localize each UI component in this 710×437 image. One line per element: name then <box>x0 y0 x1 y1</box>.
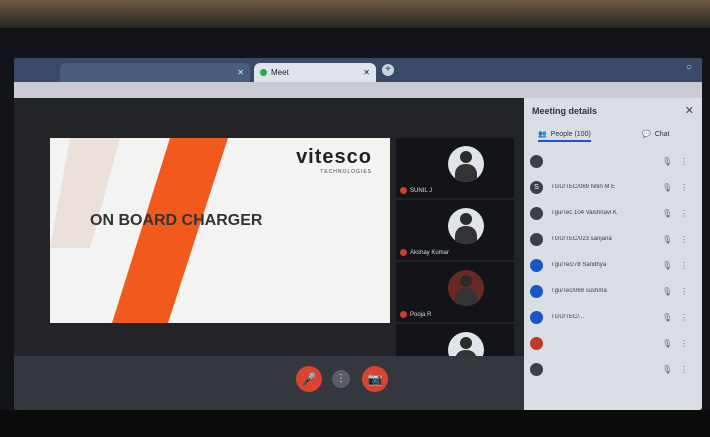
participant-name: TGU/TEC/023 sanjana <box>551 236 612 242</box>
slide-title: ON BOARD CHARGER <box>90 212 263 229</box>
mic-off-icon: 🎙 <box>662 234 673 244</box>
avatar <box>448 208 484 244</box>
participant-name: TGU/TEC/069 Nitin M E <box>551 184 616 190</box>
mic-muted-icon <box>400 249 407 256</box>
participant-name: Tgu/Tec/069 sushma <box>551 288 607 294</box>
tab-people-label: People (100) <box>550 130 591 138</box>
browser-tab-1[interactable]: ✕ <box>60 63 250 82</box>
avatar <box>530 310 543 324</box>
participant-name: TGU/TEC/... <box>551 314 584 320</box>
slide-brand-logo: vitesco TECHNOLOGIES <box>296 146 372 175</box>
new-tab-button[interactable]: + <box>382 64 394 76</box>
list-item[interactable]: 🎙 ⋮ <box>530 150 696 172</box>
more-vert-icon[interactable]: ⋮ <box>680 287 688 296</box>
mic-muted-icon <box>400 311 407 318</box>
list-item[interactable]: Tgu/Tec 104 Vaishnavi K 🎙 ⋮ <box>530 202 696 224</box>
presentation-slide: vitesco TECHNOLOGIES ON BOARD CHARGER <box>50 138 390 323</box>
tab-bar: ✕ Meet ✕ + ○ <box>14 58 702 82</box>
mic-off-icon: 🎙 <box>662 156 673 166</box>
list-item[interactable]: 🎙 ⋮ <box>530 332 696 354</box>
more-vert-icon[interactable]: ⋮ <box>680 235 688 244</box>
panel-tabs: 👥 People (100) 💬 Chat <box>524 126 702 146</box>
brand-subtitle: TECHNOLOGIES <box>320 169 372 175</box>
window-controls[interactable]: ○ <box>686 62 692 73</box>
meet-favicon-icon <box>260 69 267 76</box>
close-panel-icon[interactable]: ✕ <box>685 104 694 117</box>
participant-name: Pooja R <box>410 311 432 318</box>
more-vert-icon[interactable]: ⋮ <box>680 209 688 218</box>
chat-icon: 💬 <box>642 131 651 138</box>
call-controls-bar: 🎤 ⋮ 📷 <box>14 356 524 410</box>
mic-off-icon: 🎙 <box>662 286 673 296</box>
list-item[interactable]: TGU/TEC/023 sanjana 🎙 ⋮ <box>530 228 696 250</box>
mic-muted-icon <box>400 187 407 194</box>
avatar <box>530 284 543 298</box>
more-vert-icon[interactable]: ⋮ <box>680 339 688 348</box>
url-text[interactable] <box>74 84 264 96</box>
avatar <box>448 270 484 306</box>
participant-name: Tgu/Tec 104 Vaishnavi K <box>551 210 617 216</box>
list-item[interactable]: S TGU/TEC/069 Nitin M E 🎙 ⋮ <box>530 176 696 198</box>
avatar <box>448 146 484 182</box>
participant-tile[interactable]: Pooja R <box>396 262 514 322</box>
meeting-details-panel: Meeting details ✕ 👥 People (100) 💬 Chat … <box>524 98 702 410</box>
avatar <box>530 232 543 246</box>
address-bar[interactable] <box>14 82 702 98</box>
mic-off-icon: 🎙 <box>662 260 673 270</box>
tab-chat[interactable]: 💬 Chat <box>642 130 670 139</box>
avatar: S <box>530 180 543 194</box>
browser-window: ✕ Meet ✕ + ○ vitesco TECHNOLOGIES ON BOA… <box>14 58 702 410</box>
avatar <box>530 336 543 350</box>
monitor-top-glare <box>0 0 710 28</box>
people-icon: 👥 <box>538 131 547 138</box>
avatar <box>530 154 543 168</box>
tab-chat-label: Chat <box>654 130 670 138</box>
tab-label: Meet <box>271 68 289 77</box>
browser-tab-meet[interactable]: Meet ✕ <box>254 63 376 82</box>
avatar <box>530 206 543 220</box>
more-vert-icon[interactable]: ⋮ <box>680 261 688 270</box>
mic-off-icon: 🎙 <box>662 338 673 348</box>
list-item[interactable]: Tgu/Tec/069 sushma 🎙 ⋮ <box>530 280 696 302</box>
more-options-button[interactable]: ⋮ <box>332 370 350 388</box>
mic-off-icon: 🎙 <box>662 208 673 218</box>
monitor-bottom-bezel <box>0 410 710 437</box>
list-item[interactable]: 🎙 ⋮ <box>530 358 696 380</box>
tile-label: SUNIL J <box>400 187 432 194</box>
tile-label: Akshay Kumar <box>400 249 449 256</box>
participant-name: SUNIL J <box>410 187 433 194</box>
close-tab-icon[interactable]: ✕ <box>363 68 370 77</box>
participant-tile[interactable]: Akshay Kumar <box>396 200 514 260</box>
meeting-stage: vitesco TECHNOLOGIES ON BOARD CHARGER SU… <box>14 98 524 384</box>
mic-off-icon: 🎙 <box>662 182 673 192</box>
more-vert-icon[interactable]: ⋮ <box>680 183 688 192</box>
more-vert-icon[interactable]: ⋮ <box>680 157 688 166</box>
mic-toggle-button[interactable]: 🎤 <box>296 366 322 392</box>
participant-name: Tgu/Tec/78 Sandhya <box>551 262 607 268</box>
brand-name: vitesco <box>296 146 372 168</box>
mic-off-icon: 🎙 <box>662 364 673 374</box>
tab-people[interactable]: 👥 People (100) <box>538 130 591 142</box>
list-item[interactable]: TGU/TEC/... 🎙 ⋮ <box>530 306 696 328</box>
mic-off-icon: 🎙 <box>662 312 673 322</box>
avatar <box>530 258 543 272</box>
close-tab-icon[interactable]: ✕ <box>237 68 244 77</box>
camera-toggle-button[interactable]: 📷 <box>362 366 388 392</box>
participant-tile[interactable]: SUNIL J <box>396 138 514 198</box>
tile-label: Pooja R <box>400 311 431 318</box>
list-item[interactable]: Tgu/Tec/78 Sandhya 🎙 ⋮ <box>530 254 696 276</box>
more-vert-icon[interactable]: ⋮ <box>680 365 688 374</box>
more-vert-icon[interactable]: ⋮ <box>680 313 688 322</box>
avatar <box>530 362 543 376</box>
panel-title: Meeting details <box>532 106 598 116</box>
participant-name: Akshay Kumar <box>410 249 450 256</box>
